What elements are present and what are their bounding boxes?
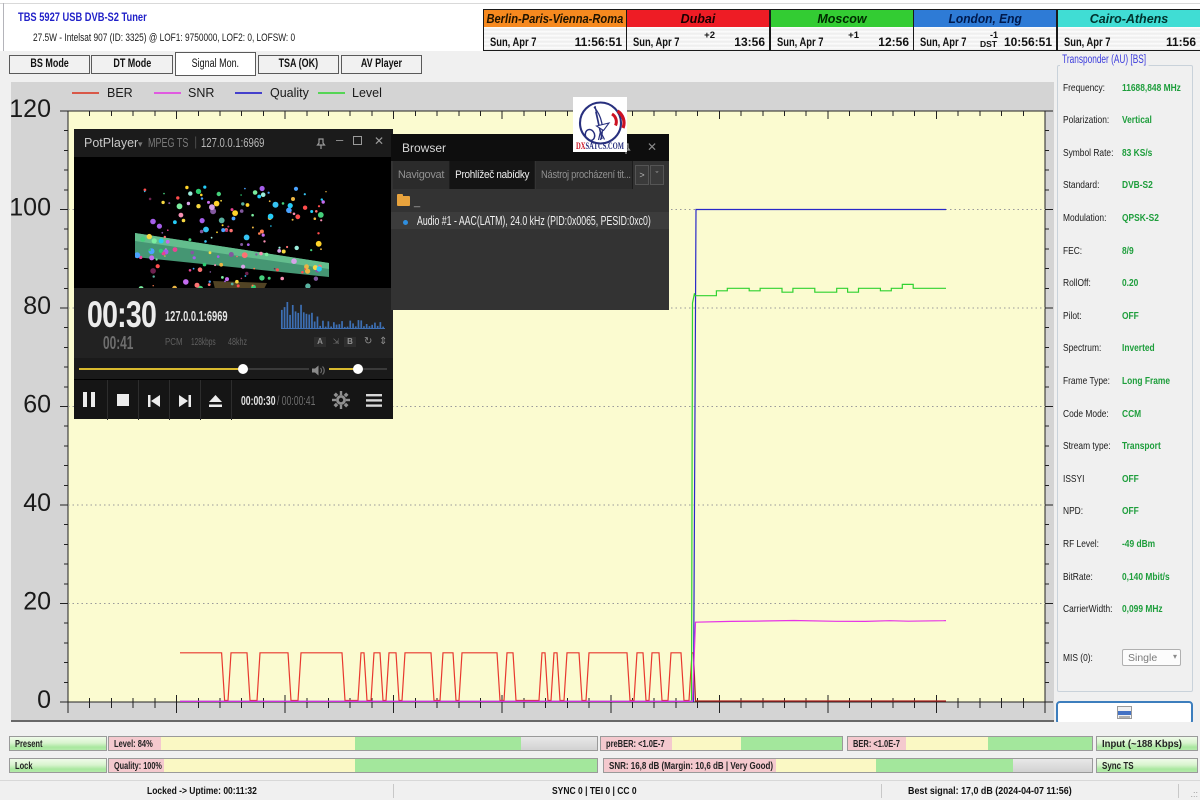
svg-text:DXSATCS.COM: DXSATCS.COM xyxy=(576,142,624,152)
svg-text:100: 100 xyxy=(11,194,51,222)
svg-text:60: 60 xyxy=(23,391,51,419)
svg-text:120: 120 xyxy=(11,95,51,123)
svg-text:0: 0 xyxy=(37,686,51,714)
svg-text:80: 80 xyxy=(23,292,51,320)
svg-text:20: 20 xyxy=(23,588,51,616)
svg-text:40: 40 xyxy=(23,489,51,517)
